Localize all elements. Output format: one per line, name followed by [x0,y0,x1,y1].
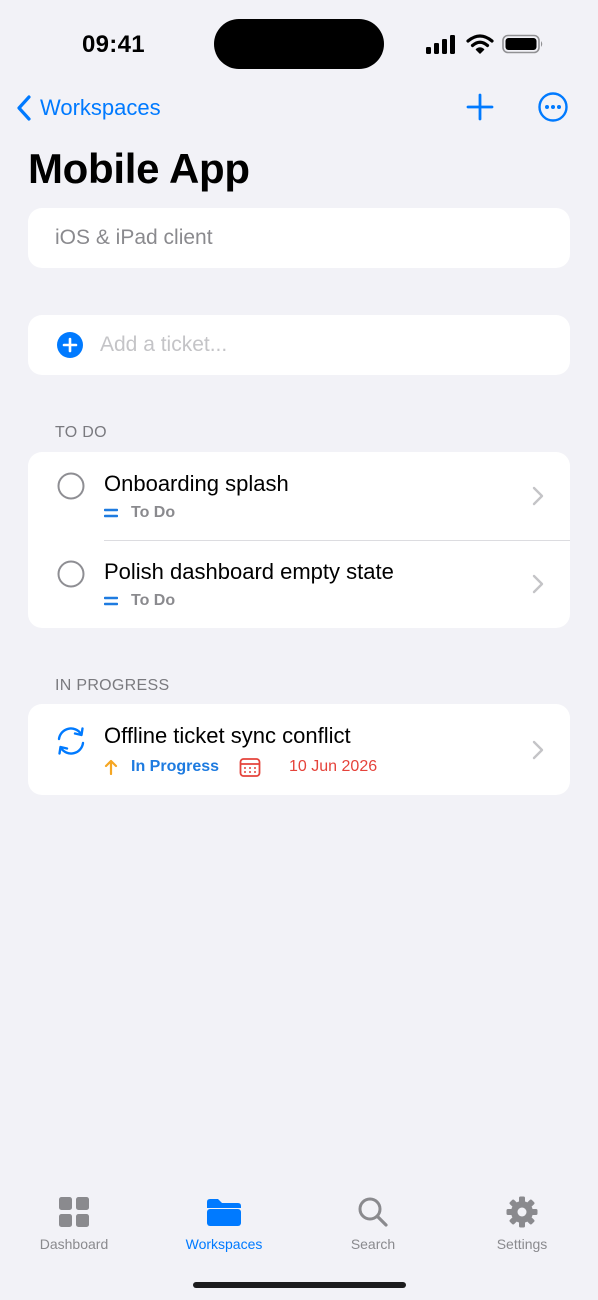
ticket-title: Onboarding splash [104,471,289,496]
in-progress-list: Offline ticket sync conflict In Progress… [28,704,570,795]
folder-icon [207,1199,241,1226]
chevron-right-icon [532,740,544,760]
grid-icon [59,1197,89,1227]
status-icons [426,34,544,54]
empty-circle-icon[interactable] [57,560,85,588]
ticket-status: In Progress [131,758,220,775]
back-button[interactable]: Workspaces [16,90,161,126]
tab-label: Dashboard [39,1236,109,1252]
plus-circle-icon[interactable] [57,332,83,358]
ticket-status: To Do [131,592,176,609]
ellipsis-circle-icon [538,92,568,122]
chevron-left-icon [17,95,31,121]
ticket-row[interactable]: Onboarding splash To Do [28,452,570,540]
tab-label: Workspaces [185,1236,263,1252]
ticket-status: To Do [131,504,176,521]
tab-workspaces[interactable]: Workspaces [169,1180,279,1260]
tab-dashboard[interactable]: Dashboard [19,1180,129,1260]
status-bar: 09:41 [0,0,598,90]
gear-icon [506,1196,538,1228]
plus-icon [466,93,494,121]
ticket-meta: In Progress 10 Jun 2026 [104,756,377,778]
status-time: 09:41 [82,31,145,58]
cellular-signal-icon [426,35,455,54]
tab-label: Search [350,1236,396,1252]
tab-label: Settings [496,1236,548,1252]
more-button[interactable] [537,90,569,124]
ticket-meta: To Do [104,504,175,522]
empty-circle-icon[interactable] [57,472,85,500]
battery-icon [502,34,543,54]
equals-icon [104,594,118,608]
add-button[interactable] [463,90,497,124]
tab-search[interactable]: Search [318,1180,428,1260]
ticket-row[interactable]: Polish dashboard empty state To Do [28,540,570,628]
ticket-due-date: 10 Jun 2026 [289,758,378,775]
chevron-right-icon [532,574,544,594]
ticket-title: Polish dashboard empty state [104,559,394,584]
tab-settings[interactable]: Settings [467,1180,577,1260]
dynamic-island [214,19,384,69]
add-ticket-card [28,315,570,375]
ticket-title: Offline ticket sync conflict [104,723,351,748]
chevron-right-icon [532,486,544,506]
page-title: Mobile App [28,145,250,192]
home-indicator [193,1282,406,1288]
section-header-todo: TO DO [55,424,107,441]
todo-list: Onboarding splash To Do Polish dashboard… [28,452,570,628]
equals-icon [104,506,118,520]
ticket-row[interactable]: Offline ticket sync conflict In Progress… [28,704,570,795]
back-button-label: Workspaces [40,95,161,120]
add-ticket-input[interactable] [100,328,540,362]
sync-icon[interactable] [54,724,88,758]
search-icon [358,1197,388,1227]
arrow-up-icon [104,759,118,775]
project-description-card[interactable]: iOS & iPad client [28,208,570,268]
project-description: iOS & iPad client [55,226,213,249]
section-header-in-progress: IN PROGRESS [55,677,170,694]
calendar-icon [239,758,261,777]
wifi-icon [466,34,494,54]
ticket-meta: To Do [104,592,175,610]
